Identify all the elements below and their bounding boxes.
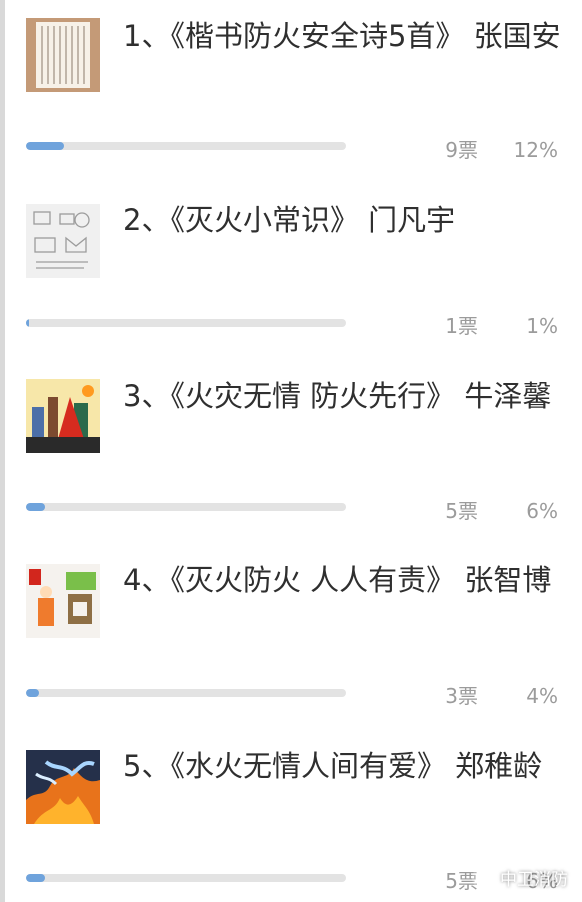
fire-tips-sketch-thumbnail[interactable] xyxy=(26,204,100,278)
fire-city-drawing-thumbnail[interactable] xyxy=(26,379,100,453)
poll-option-title: 3、《火灾无情 防火先行》 牛泽馨 xyxy=(123,379,552,413)
poll-option-title: 1、《楷书防火安全诗5首》 张国安 xyxy=(123,19,561,53)
poll-option-list: 1、《楷书防火安全诗5首》 张国安 9票 12% 2、《灭火小常识》 门凡宇 1… xyxy=(0,0,582,902)
vote-percent: 6% xyxy=(526,499,558,523)
vote-count: 5票 xyxy=(445,499,478,523)
vote-progress-bar xyxy=(26,503,346,511)
poll-option-title: 4、《灭火防火 人人有责》 张智博 xyxy=(123,563,552,597)
vote-progress-fill xyxy=(26,689,39,697)
vote-count: 1票 xyxy=(445,314,478,338)
vote-percent: 4% xyxy=(526,684,558,708)
vote-progress-fill xyxy=(26,142,65,150)
calligraphy-poem-thumbnail[interactable] xyxy=(26,18,100,92)
firefighter-poster-thumbnail[interactable] xyxy=(26,564,100,638)
source-watermark: 中卫消防 xyxy=(472,865,568,890)
poll-option-4[interactable]: 4、《灭火防火 人人有责》 张智博 3票 4% xyxy=(0,540,582,720)
vote-progress-fill xyxy=(26,874,46,882)
vote-percent: 1% xyxy=(526,314,558,338)
poll-option-title: 5、《水火无情人间有爱》 郑稚龄 xyxy=(123,749,543,783)
poll-option-2[interactable]: 2、《灭火小常识》 门凡宇 1票 1% xyxy=(0,180,582,360)
vote-count: 3票 xyxy=(445,684,478,708)
vote-progress-bar xyxy=(26,319,346,327)
vote-progress-bar xyxy=(26,874,346,882)
vote-progress-bar xyxy=(26,689,346,697)
vote-progress-fill xyxy=(26,319,30,327)
vote-count: 9票 xyxy=(445,138,478,162)
vote-progress-fill xyxy=(26,503,46,511)
poll-option-3[interactable]: 3、《火灾无情 防火先行》 牛泽馨 5票 6% xyxy=(0,360,582,540)
vote-progress-bar xyxy=(26,142,346,150)
vote-percent: 12% xyxy=(513,138,558,162)
watermark-text: 中卫消防 xyxy=(500,870,568,890)
fire-painting-thumbnail[interactable] xyxy=(26,750,100,824)
poll-option-1[interactable]: 1、《楷书防火安全诗5首》 张国安 9票 12% xyxy=(0,0,582,180)
wechat-channel-icon xyxy=(472,866,494,889)
poll-option-title: 2、《灭火小常识》 门凡宇 xyxy=(123,203,456,237)
